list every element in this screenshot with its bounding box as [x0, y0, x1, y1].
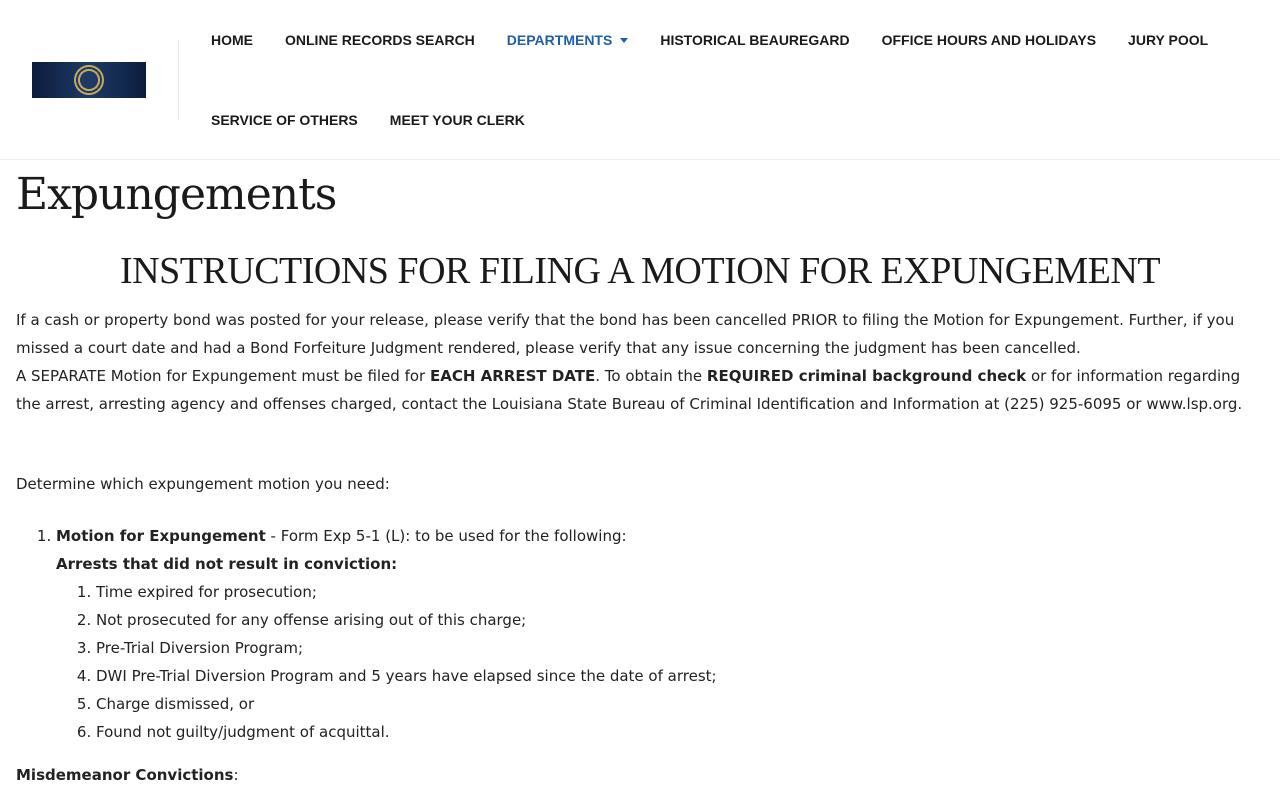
list-item: Charge dismissed, or — [96, 690, 1264, 718]
nav-item-office-hours[interactable]: OFFICE HOURS AND HOLIDAYS — [866, 0, 1112, 80]
sub-list: Time expired for prosecution; Not prosec… — [56, 578, 1264, 746]
list-item: Pre-Trial Diversion Program; — [96, 634, 1264, 662]
nav-label: MEET YOUR CLERK — [389, 112, 525, 128]
site-header: HOME ONLINE RECORDS SEARCH DEPARTMENTS H… — [0, 0, 1280, 160]
motion-list: Motion for Expungement - Form Exp 5-1 (L… — [16, 522, 1264, 746]
motion-name: Motion for Expungement — [56, 527, 266, 545]
nav-label: OFFICE HOURS AND HOLIDAYS — [881, 32, 1097, 48]
nav-label: DEPARTMENTS — [506, 32, 613, 48]
list-item: Not prosecuted for any offense arising o… — [96, 606, 1264, 634]
main-content: Expungements INSTRUCTIONS FOR FILING A M… — [0, 160, 1280, 789]
header-divider — [178, 40, 179, 120]
bold-text: EACH ARREST DATE — [429, 367, 596, 385]
chevron-down-icon — [620, 37, 629, 43]
nav-item-home[interactable]: HOME — [195, 0, 269, 80]
nav-item-meet-your-clerk[interactable]: MEET YOUR CLERK — [374, 80, 541, 160]
page-title: Expungements — [16, 169, 337, 220]
nav-label: ONLINE RECORDS SEARCH — [285, 32, 475, 48]
list-item: DWI Pre-Trial Diversion Program and 5 ye… — [96, 662, 1264, 690]
nav-label: HISTORICAL BEAUREGARD — [660, 32, 850, 48]
sub-heading: Arrests that did not result in convictio… — [56, 555, 398, 573]
separate-motion-paragraph: A SEPARATE Motion for Expungement must b… — [16, 362, 1264, 418]
main-nav: HOME ONLINE RECORDS SEARCH DEPARTMENTS H… — [195, 0, 1255, 160]
bold-text: REQUIRED criminal background check — [706, 367, 1027, 385]
nav-item-departments[interactable]: DEPARTMENTS — [491, 0, 645, 80]
determine-text: Determine which expungement motion you n… — [16, 475, 390, 493]
nav-label: SERVICE OF OTHERS — [211, 112, 358, 128]
list-item: Time expired for prosecution; — [96, 578, 1264, 606]
instructions-heading: INSTRUCTIONS FOR FILING A MOTION FOR EXP… — [119, 250, 1161, 292]
nav-item-online-records-search[interactable]: ONLINE RECORDS SEARCH — [269, 0, 491, 80]
text-span: : — [233, 766, 239, 784]
seal-icon — [74, 65, 104, 95]
nav-label: HOME — [211, 32, 253, 48]
nav-item-historical-beauregard[interactable]: HISTORICAL BEAUREGARD — [644, 0, 865, 80]
site-logo[interactable] — [32, 62, 146, 98]
motion-desc: - Form Exp 5-1 (L): to be used for the f… — [265, 527, 627, 545]
misdemeanor-heading: Misdemeanor Convictions: — [16, 761, 1264, 789]
nav-item-service-of-others[interactable]: SERVICE OF OTHERS — [195, 80, 374, 160]
nav-label: JURY POOL — [1128, 32, 1209, 48]
text-span: . To obtain the — [595, 367, 707, 385]
list-item: Found not guilty/judgment of acquittal. — [96, 718, 1264, 746]
bond-paragraph: If a cash or property bond was posted fo… — [16, 311, 1235, 357]
nav-item-jury-pool[interactable]: JURY POOL — [1112, 0, 1224, 80]
bold-text: Misdemeanor Convictions — [16, 766, 234, 784]
text-span: A SEPARATE Motion for Expungement must b… — [16, 367, 430, 385]
list-item: Motion for Expungement - Form Exp 5-1 (L… — [56, 522, 1264, 746]
